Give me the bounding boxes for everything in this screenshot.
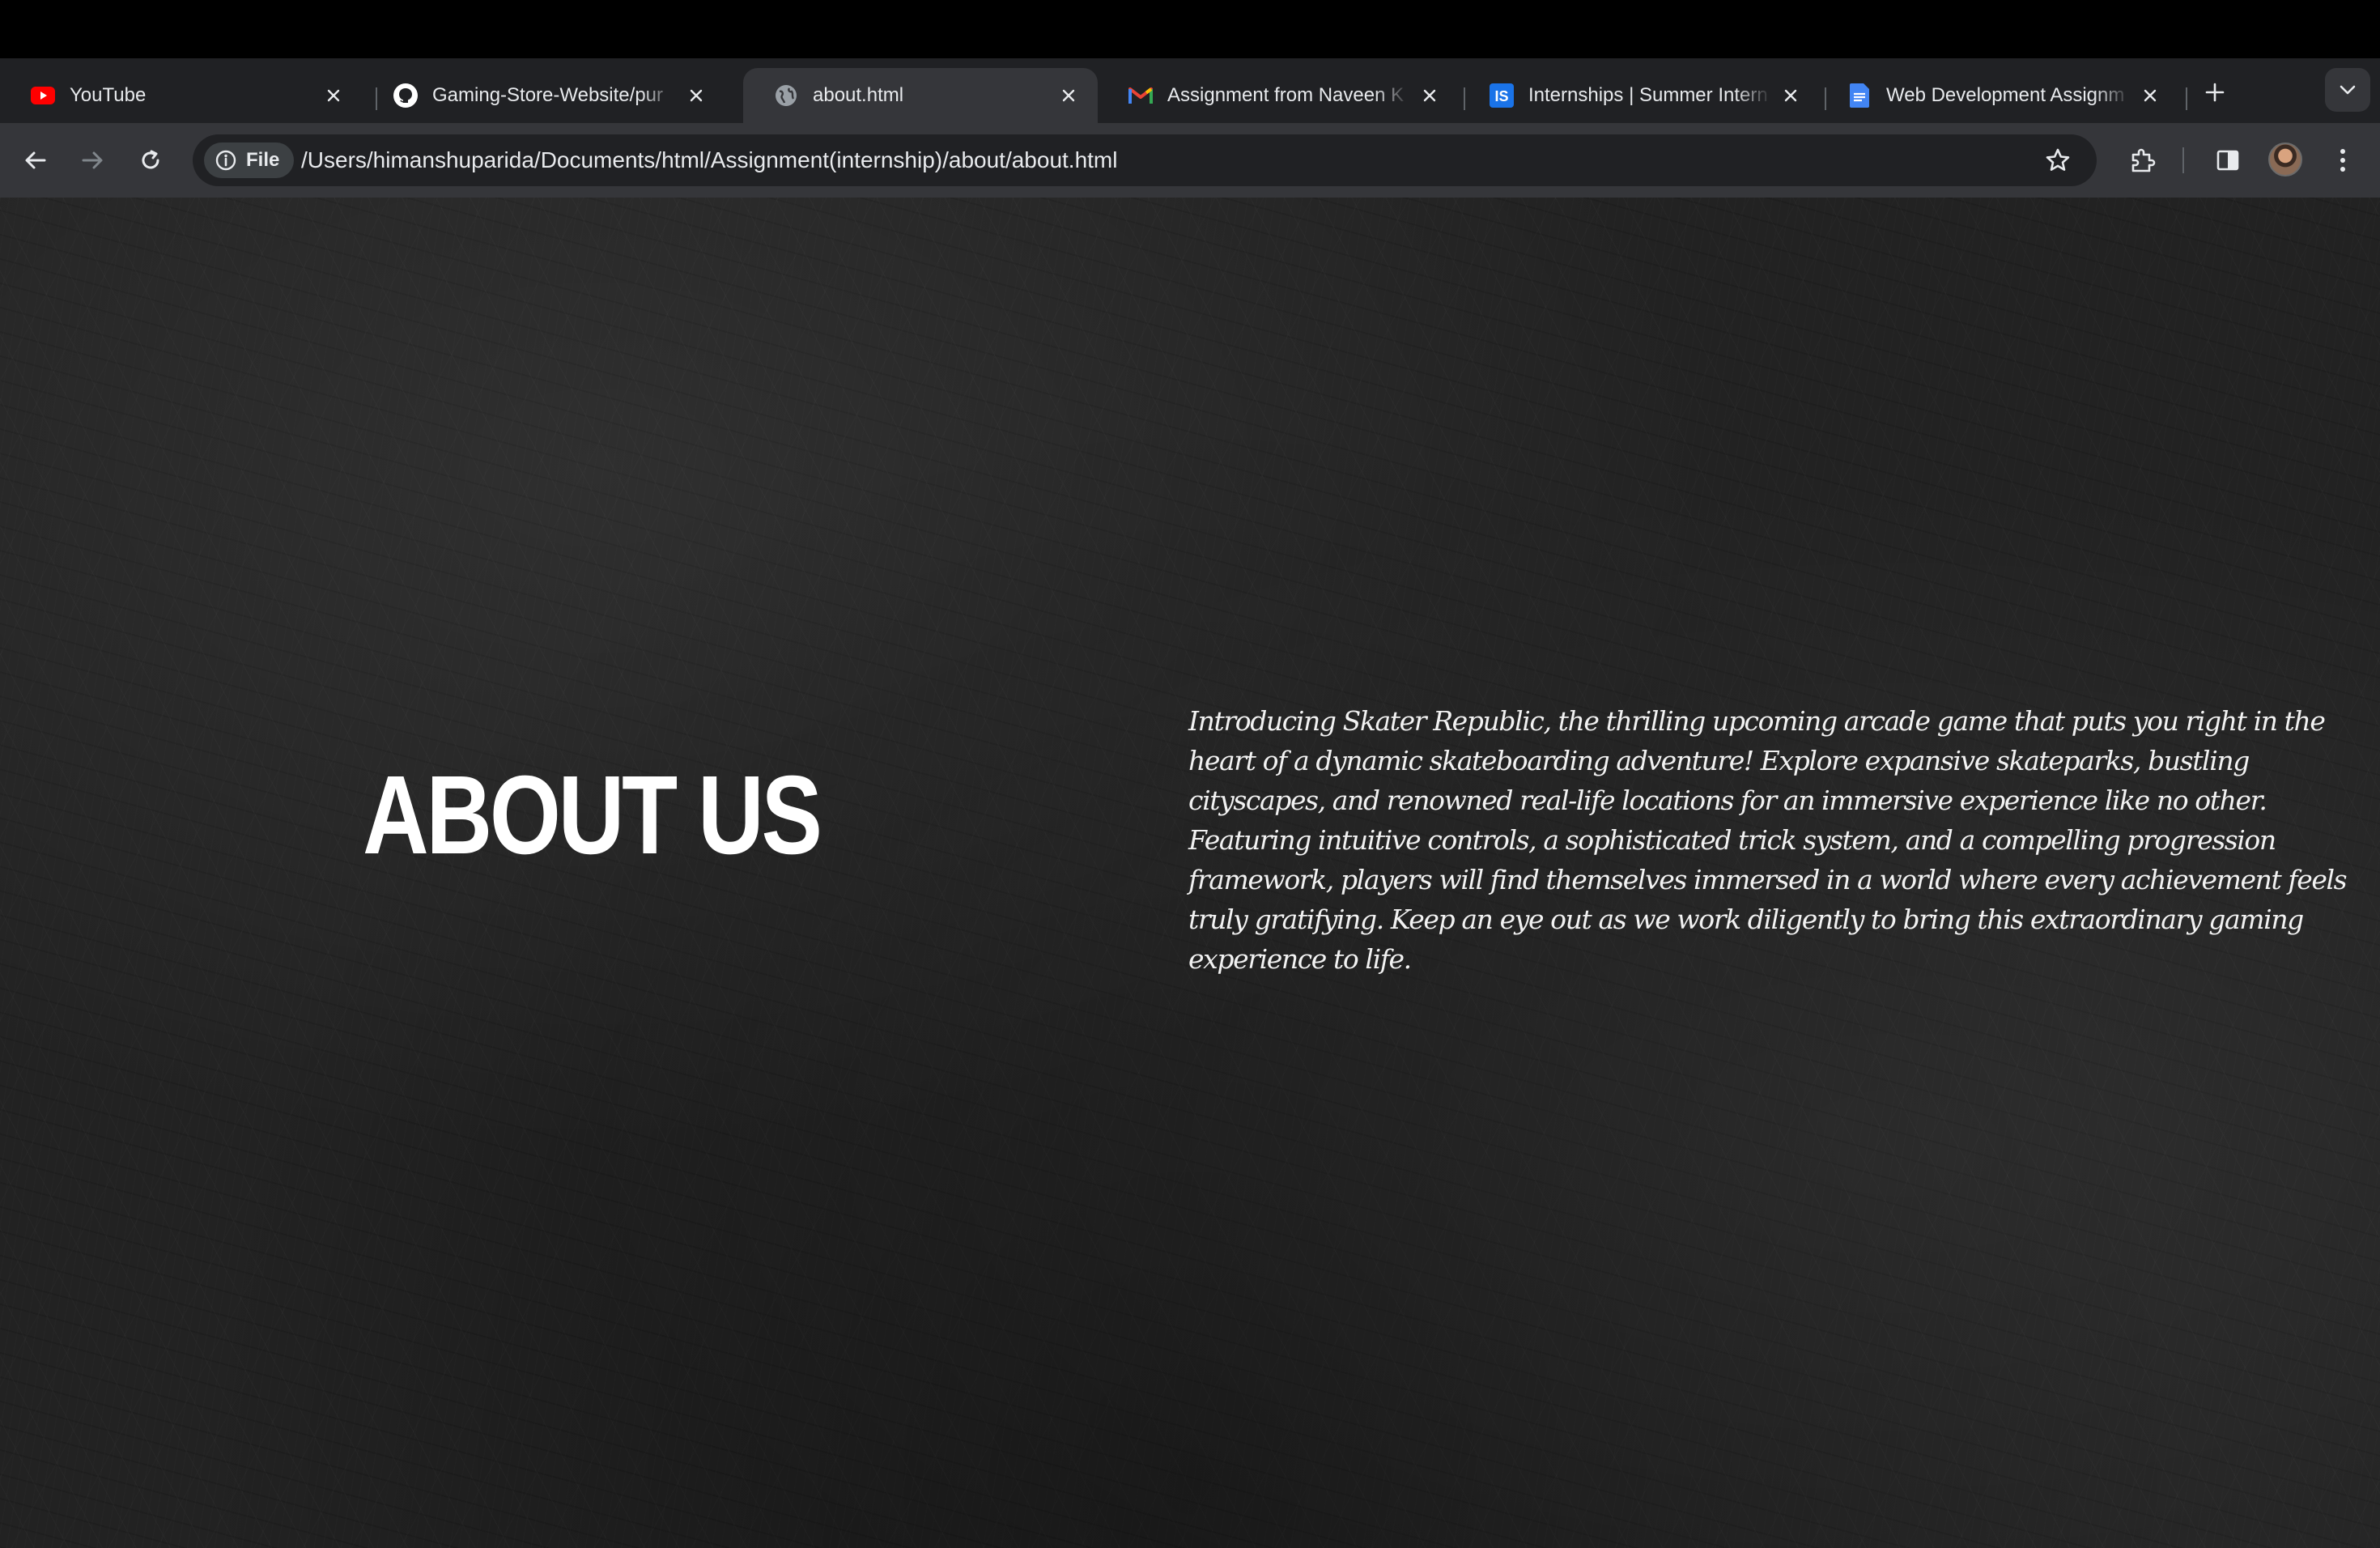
reload-icon: [142, 150, 159, 169]
address-bar[interactable]: File /Users/himanshuparida/Documents/htm…: [193, 134, 2097, 186]
browser-toolbar: File /Users/himanshuparida/Documents/htm…: [0, 123, 2380, 198]
google-docs-icon: [1847, 83, 1872, 108]
tab-title: Gaming-Store-Website/pur: [432, 84, 663, 106]
tab-title: YouTube: [70, 84, 147, 106]
tab-gmail[interactable]: Assignment from Naveen K: [1098, 68, 1459, 123]
chevron-down-icon: [2340, 85, 2356, 95]
tab-title: Internships | Summer Intern: [1528, 84, 1768, 106]
page-title: ABOUT US: [363, 753, 822, 878]
internshala-icon: IS: [1490, 83, 1514, 108]
svg-text:IS: IS: [1494, 88, 1508, 104]
youtube-icon: [31, 83, 55, 108]
close-icon[interactable]: [2140, 86, 2160, 105]
page-content: ABOUT US Introducing Skater Republic, th…: [0, 198, 2380, 1548]
tab-title: Assignment from Naveen K: [1167, 84, 1405, 106]
close-icon[interactable]: [1420, 86, 1439, 105]
tab-about-html[interactable]: about.html: [743, 68, 1098, 123]
tab-title: about.html: [813, 84, 904, 106]
about-paragraph: Introducing Skater Republic, the thrilli…: [1188, 705, 2348, 975]
window-top-bar: [0, 0, 2380, 58]
tab-strip: YouTube Gaming-Store-Website/pur about.h…: [0, 58, 2380, 123]
arrow-left-icon: [25, 151, 46, 169]
extensions-button[interactable]: [2121, 139, 2163, 181]
close-icon[interactable]: [324, 86, 343, 105]
info-icon: [215, 150, 236, 171]
arrow-right-icon: [82, 151, 103, 169]
more-vertical-icon: [2340, 149, 2345, 172]
reload-button[interactable]: [130, 139, 172, 181]
tab-title: Web Development Assignm: [1886, 84, 2125, 106]
puzzle-icon: [2131, 148, 2156, 172]
tab-google-docs[interactable]: Web Development Assignm: [1817, 68, 2179, 123]
url-text[interactable]: /Users/himanshuparida/Documents/html/Ass…: [301, 134, 1117, 186]
tab-youtube[interactable]: YouTube: [0, 68, 363, 123]
chip-label: File: [246, 149, 280, 171]
close-icon[interactable]: [1781, 86, 1800, 105]
close-icon[interactable]: [1059, 86, 1078, 105]
forward-button[interactable]: [71, 139, 113, 181]
tab-search-button[interactable]: [2325, 68, 2370, 112]
plus-icon: [2205, 83, 2225, 102]
site-info-chip[interactable]: File: [204, 142, 295, 178]
toolbar-divider: [2182, 147, 2184, 173]
tab-github[interactable]: Gaming-Store-Website/pur: [363, 68, 725, 123]
tab-internshala[interactable]: IS Internships | Summer Intern: [1459, 68, 1820, 123]
menu-button[interactable]: [2322, 139, 2364, 181]
side-panel-button[interactable]: [2207, 139, 2249, 181]
github-icon: [393, 83, 418, 108]
globe-icon: [774, 83, 798, 108]
close-icon[interactable]: [686, 86, 706, 105]
back-button[interactable]: [15, 139, 57, 181]
new-tab-button[interactable]: [2199, 76, 2231, 108]
tab-separator: [2186, 87, 2187, 110]
side-panel-icon: [2216, 150, 2239, 171]
bookmark-star-icon[interactable]: [2042, 144, 2074, 176]
gmail-icon: [1128, 83, 1153, 108]
profile-avatar[interactable]: [2268, 142, 2302, 176]
